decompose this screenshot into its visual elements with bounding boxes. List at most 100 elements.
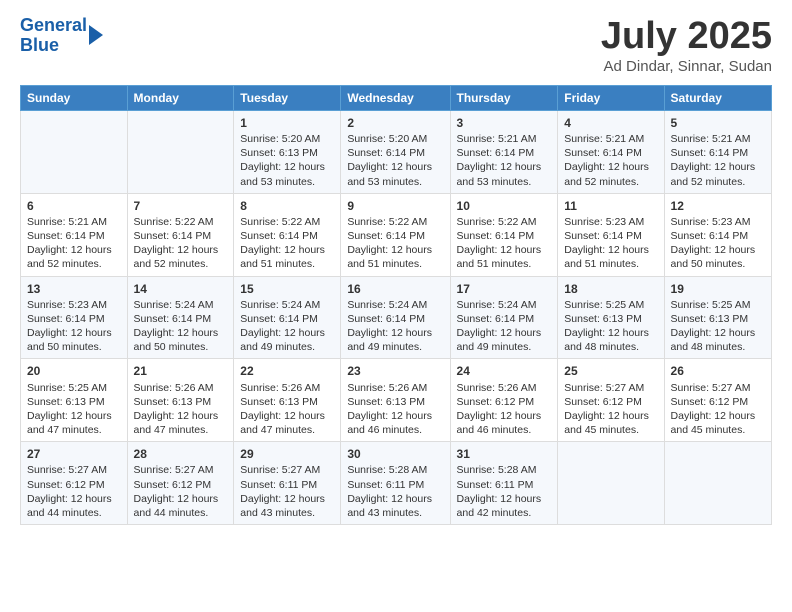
daylight-text: Daylight: 12 hours and 50 minutes. (671, 244, 756, 270)
daylight-text: Daylight: 12 hours and 51 minutes. (240, 244, 325, 270)
cell-day-5: 5 Sunrise: 5:21 AM Sunset: 6:14 PM Daylight… (664, 110, 771, 193)
logo: General Blue (20, 16, 103, 56)
sunset-text: Sunset: 6:11 PM (240, 479, 317, 491)
day-number: 29 (240, 446, 334, 462)
daylight-text: Daylight: 12 hours and 52 minutes. (671, 161, 756, 187)
sunset-text: Sunset: 6:14 PM (564, 147, 642, 159)
day-number: 12 (671, 198, 765, 214)
cell-day-2: 2Sunrise: 5:20 AMSunset: 6:14 PMDaylight… (341, 110, 450, 193)
cell-day-3: 3Sunrise: 5:21 AMSunset: 6:14 PMDaylight… (450, 110, 558, 193)
daylight-text: Daylight: 12 hours and 44 minutes. (134, 493, 219, 519)
header-row: SundayMondayTuesdayWednesdayThursdayFrid… (21, 85, 772, 110)
day-number: 10 (457, 198, 552, 214)
title-block: July 2025 Ad Dindar, Sinnar, Sudan (601, 16, 772, 75)
cell-day-23: 23Sunrise: 5:26 AMSunset: 6:13 PMDayligh… (341, 359, 450, 442)
sunrise-text: Sunrise: 5:20 AM (240, 133, 320, 145)
day-number: 2 (347, 115, 443, 131)
week-row-3: 13 Sunrise: 5:23 AM Sunset: 6:14 PM Dayligh… (21, 276, 772, 359)
daylight-text: Daylight: 12 hours and 47 minutes. (134, 410, 219, 436)
sunrise-text: Sunrise: 5:21 AM (564, 133, 644, 145)
sunset-text: Sunset: 6:11 PM (347, 479, 424, 491)
col-header-thursday: Thursday (450, 85, 558, 110)
day-number: 25 (564, 363, 657, 379)
cell-day-26: 26Sunrise: 5:27 AMSunset: 6:12 PMDayligh… (664, 359, 771, 442)
daylight-text: Daylight: 12 hours and 43 minutes. (240, 493, 325, 519)
sunset-text: Sunset: 6:13 PM (240, 396, 318, 408)
logo-blue: Blue (20, 35, 59, 55)
cell-day-12: 12Sunrise: 5:23 AMSunset: 6:14 PMDayligh… (664, 193, 771, 276)
daylight-text: Daylight: 12 hours and 44 minutes. (27, 493, 112, 519)
cell-day-27: 27Sunrise: 5:27 AMSunset: 6:12 PMDayligh… (21, 442, 128, 525)
day-number: 5 (671, 115, 765, 131)
sunrise-text: Sunrise: 5:24 AM (347, 299, 427, 311)
sunrise-text: Sunrise: 5:23 AM (27, 299, 107, 311)
cell-day-25: 25Sunrise: 5:27 AMSunset: 6:12 PMDayligh… (558, 359, 664, 442)
cell-day-8: 8Sunrise: 5:22 AMSunset: 6:14 PMDaylight… (234, 193, 341, 276)
sunset-text: Sunset: 6:14 PM (27, 230, 105, 242)
sunrise-text: Sunrise: 5:27 AM (564, 382, 644, 394)
sunrise-text: Sunrise: 5:25 AM (564, 299, 644, 311)
sunrise-text: Sunrise: 5:23 AM (671, 216, 751, 228)
cell-day-4: 4Sunrise: 5:21 AMSunset: 6:14 PMDaylight… (558, 110, 664, 193)
sunrise-text: Sunrise: 5:22 AM (240, 216, 320, 228)
sunset-text: Sunset: 6:14 PM (347, 313, 425, 325)
cell-day-22: 22Sunrise: 5:26 AMSunset: 6:13 PMDayligh… (234, 359, 341, 442)
daylight-text: Daylight: 12 hours and 52 minutes. (134, 244, 219, 270)
sunrise-text: Sunrise: 5:24 AM (240, 299, 320, 311)
day-number: 28 (134, 446, 228, 462)
daylight-text: Daylight: 12 hours and 49 minutes. (347, 327, 432, 353)
sunrise-text: Sunrise: 5:21 AM (27, 216, 107, 228)
week-row-1: 1Sunrise: 5:20 AMSunset: 6:13 PMDaylight… (21, 110, 772, 193)
logo-text: General Blue (20, 16, 87, 56)
sunrise-text: Sunrise: 5:22 AM (457, 216, 537, 228)
daylight-text: Daylight: 12 hours and 53 minutes. (457, 161, 542, 187)
cell-day-empty (558, 442, 664, 525)
sunset-text: Sunset: 6:12 PM (671, 396, 749, 408)
daylight-text: Daylight: 12 hours and 48 minutes. (564, 327, 649, 353)
day-number: 15 (240, 281, 334, 297)
cell-day-28: 28Sunrise: 5:27 AMSunset: 6:12 PMDayligh… (127, 442, 234, 525)
day-number: 27 (27, 446, 121, 462)
cell-day-29: 29Sunrise: 5:27 AMSunset: 6:11 PMDayligh… (234, 442, 341, 525)
day-number: 11 (564, 198, 657, 214)
logo-arrow-icon (89, 25, 103, 45)
sunrise-text: Sunrise: 5:26 AM (134, 382, 214, 394)
sunset-text: Sunset: 6:12 PM (457, 396, 535, 408)
sunrise-text: Sunrise: 5:25 AM (671, 299, 751, 311)
day-number: 19 (671, 281, 765, 297)
month-title: July 2025 (601, 16, 772, 58)
sunrise-text: Sunrise: 5:21 AM (671, 133, 751, 145)
daylight-text: Daylight: 12 hours and 49 minutes. (457, 327, 542, 353)
cell-day-11: 11Sunrise: 5:23 AMSunset: 6:14 PMDayligh… (558, 193, 664, 276)
day-number: 1 (240, 115, 334, 131)
cell-day-18: 18Sunrise: 5:25 AMSunset: 6:13 PMDayligh… (558, 276, 664, 359)
daylight-text: Daylight: 12 hours and 51 minutes. (564, 244, 649, 270)
sunrise-text: Sunrise: 5:26 AM (240, 382, 320, 394)
day-number: 31 (457, 446, 552, 462)
cell-day-15: 15Sunrise: 5:24 AMSunset: 6:14 PMDayligh… (234, 276, 341, 359)
daylight-text: Daylight: 12 hours and 43 minutes. (347, 493, 432, 519)
calendar-table: SundayMondayTuesdayWednesdayThursdayFrid… (20, 85, 772, 525)
sunset-text: Sunset: 6:14 PM (134, 313, 212, 325)
daylight-text: Daylight: 12 hours and 50 minutes. (27, 327, 112, 353)
location: Ad Dindar, Sinnar, Sudan (601, 58, 772, 75)
sunset-text: Sunset: 6:12 PM (27, 479, 105, 491)
col-header-wednesday: Wednesday (341, 85, 450, 110)
calendar-page: General Blue July 2025 Ad Dindar, Sinnar… (0, 0, 792, 612)
daylight-text: Daylight: 12 hours and 42 minutes. (457, 493, 542, 519)
daylight-text: Daylight: 12 hours and 47 minutes. (240, 410, 325, 436)
sunset-text: Sunset: 6:14 PM (457, 313, 535, 325)
sunrise-text: Sunrise: 5:22 AM (134, 216, 214, 228)
sunset-text: Sunset: 6:12 PM (564, 396, 642, 408)
day-number: 13 (27, 281, 121, 297)
daylight-text: Daylight: 12 hours and 47 minutes. (27, 410, 112, 436)
daylight-text: Daylight: 12 hours and 46 minutes. (457, 410, 542, 436)
cell-day-empty (664, 442, 771, 525)
sunset-text: Sunset: 6:14 PM (671, 147, 749, 159)
cell-day-13: 13Sunrise: 5:23 AMSunset: 6:14 PMDayligh… (21, 276, 128, 359)
cell-day-7: 7Sunrise: 5:22 AMSunset: 6:14 PMDaylight… (127, 193, 234, 276)
cell-day-10: 10Sunrise: 5:22 AMSunset: 6:14 PMDayligh… (450, 193, 558, 276)
col-header-saturday: Saturday (664, 85, 771, 110)
cell-day-16: 16Sunrise: 5:24 AMSunset: 6:14 PMDayligh… (341, 276, 450, 359)
day-number: 9 (347, 198, 443, 214)
